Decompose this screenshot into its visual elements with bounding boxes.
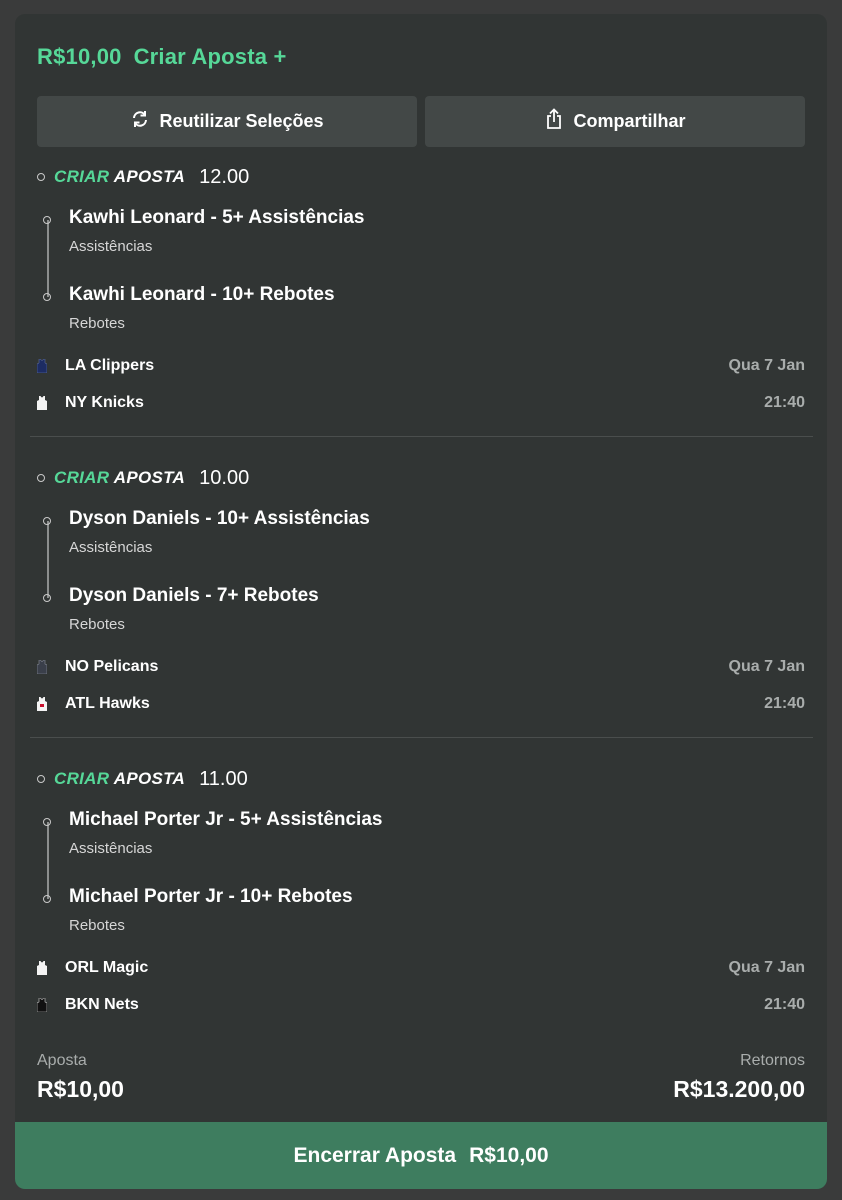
reuse-selections-button[interactable]: Reutilizar Seleções — [37, 96, 417, 147]
timeline-dot — [43, 216, 51, 224]
returns-value: R$13.200,00 — [673, 1076, 805, 1102]
jersey-icon — [37, 697, 47, 711]
timeline-line — [47, 521, 49, 598]
home-team-name: LA Clippers — [65, 357, 155, 374]
jersey-icon — [37, 961, 47, 975]
bet-header: R$10,00 Criar Aposta + — [37, 44, 287, 70]
timeline-dot — [43, 895, 51, 903]
create-bet-link[interactable]: Criar Aposta + — [134, 44, 287, 69]
home-team-row: NO Pelicans — [37, 656, 158, 678]
timeline-dot — [37, 775, 45, 783]
selection-title: Dyson Daniels - 10+ Assistências — [69, 508, 370, 529]
jersey-icon — [37, 998, 47, 1012]
bet-odds: 11.00 — [199, 767, 248, 790]
selection-title: Dyson Daniels - 7+ Rebotes — [69, 585, 319, 606]
bet-builder-header: CRIAR APOSTA 12.00 — [37, 164, 249, 190]
home-team-row: LA Clippers — [37, 355, 154, 377]
timeline-dot — [43, 293, 51, 301]
match-time: 21:40 — [764, 394, 805, 411]
selection-market: Assistências — [69, 840, 153, 857]
reuse-selections-label: Reutilizar Seleções — [159, 111, 324, 131]
share-label: Compartilhar — [573, 111, 686, 131]
selection-market: Rebotes — [69, 315, 125, 332]
timeline-dot — [37, 474, 45, 482]
bet-builder-logo: CRIAR APOSTA — [54, 468, 186, 487]
away-team-name: NY Knicks — [65, 394, 144, 411]
cash-out-label: Encerrar Aposta — [293, 1143, 457, 1167]
match-date: Qua 7 Jan — [728, 357, 805, 374]
selection-market: Assistências — [69, 238, 153, 255]
timeline-line — [47, 220, 49, 297]
away-team-row: BKN Nets — [37, 994, 139, 1016]
match-time: 21:40 — [764, 996, 805, 1013]
selection-market: Rebotes — [69, 616, 125, 633]
bet-odds: 12.00 — [199, 165, 250, 188]
returns-label: Retornos — [740, 1052, 805, 1069]
timeline-dot — [43, 594, 51, 602]
jersey-icon — [37, 359, 47, 373]
away-team-name: ATL Hawks — [65, 695, 150, 712]
bet-builder-header: CRIAR APOSTA 10.00 — [37, 465, 249, 491]
home-team-name: NO Pelicans — [65, 658, 159, 675]
away-team-name: BKN Nets — [65, 996, 139, 1013]
selection-title: Kawhi Leonard - 10+ Rebotes — [69, 284, 335, 305]
jersey-icon — [37, 396, 47, 410]
timeline-dot — [43, 818, 51, 826]
match-date: Qua 7 Jan — [728, 658, 805, 675]
timeline-line — [47, 822, 49, 899]
away-team-row: NY Knicks — [37, 392, 144, 414]
bet-builder-logo: CRIAR APOSTA — [54, 769, 186, 788]
cash-out-value: R$10,00 — [469, 1143, 549, 1167]
match-date: Qua 7 Jan — [728, 959, 805, 976]
home-team-name: ORL Magic — [65, 959, 149, 976]
bet-odds: 10.00 — [199, 466, 250, 489]
away-team-row: ATL Hawks — [37, 693, 150, 715]
bet-builder-logo: CRIAR APOSTA — [54, 167, 186, 186]
timeline-dot — [43, 517, 51, 525]
selection-title: Michael Porter Jr - 5+ Assistências — [69, 809, 383, 830]
refresh-icon — [130, 109, 159, 134]
selection-market: Assistências — [69, 539, 153, 556]
bet-slip-card: R$10,00 Criar Aposta + Reutilizar Seleçõe… — [15, 14, 827, 1189]
stake-label: Aposta — [37, 1052, 87, 1069]
share-icon — [544, 108, 573, 135]
header-stake: R$10,00 — [37, 44, 122, 69]
match-time: 21:40 — [764, 695, 805, 712]
share-button[interactable]: Compartilhar — [425, 96, 805, 147]
jersey-icon — [37, 660, 47, 674]
timeline-dot — [37, 173, 45, 181]
action-buttons: Reutilizar Seleções Compartilhar — [37, 96, 807, 147]
selection-title: Michael Porter Jr - 10+ Rebotes — [69, 886, 353, 907]
cash-out-button[interactable]: Encerrar Aposta R$10,00 — [15, 1122, 827, 1189]
selection-market: Rebotes — [69, 917, 125, 934]
divider — [30, 436, 813, 437]
divider — [30, 737, 813, 738]
bet-builder-header: CRIAR APOSTA 11.00 — [37, 766, 248, 792]
home-team-row: ORL Magic — [37, 957, 148, 979]
stake-value: R$10,00 — [37, 1076, 124, 1102]
selection-title: Kawhi Leonard - 5+ Assistências — [69, 207, 365, 228]
